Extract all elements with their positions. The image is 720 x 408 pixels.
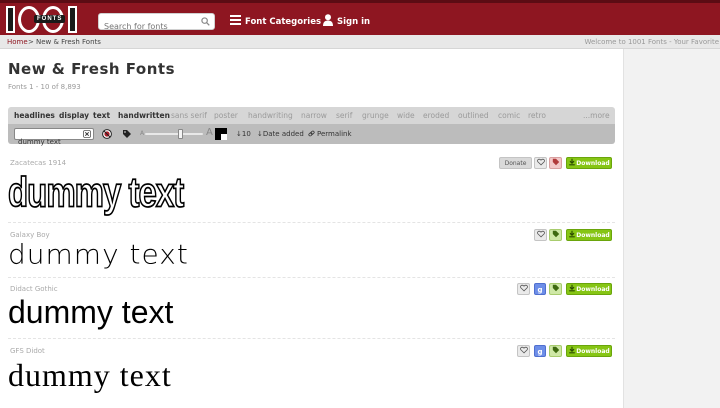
nav-font-categories-label: Font Categories — [245, 17, 322, 27]
sort-label: Date added — [262, 130, 304, 138]
preview-text-input[interactable] — [15, 137, 83, 147]
user-icon — [323, 14, 333, 26]
download-button[interactable]: Download — [566, 345, 612, 357]
filter-handwritten[interactable]: handwritten — [118, 107, 170, 124]
hide-icon[interactable] — [102, 129, 112, 139]
font-preview: dummy text — [8, 239, 189, 271]
favorite-button[interactable] — [517, 345, 530, 357]
font-entry: Didact Gothic g Download dummy text — [8, 283, 615, 339]
heart-icon — [519, 284, 528, 292]
menu-icon — [230, 15, 241, 25]
filter-sans-serif[interactable]: sans serif — [171, 107, 207, 124]
download-button[interactable]: Download — [566, 229, 612, 241]
download-label: Download — [576, 232, 610, 239]
per-page-selector[interactable]: ↓10 — [236, 124, 251, 144]
heart-icon — [519, 346, 528, 354]
favorite-button[interactable] — [517, 283, 530, 295]
font-size-slider[interactable] — [145, 129, 203, 139]
font-entry: Galaxy Boy Download dummy text — [8, 229, 615, 278]
filter-retro[interactable]: retro — [528, 107, 546, 124]
welcome-text: Welcome to 1001 Fonts - Your Favorite — [584, 38, 719, 46]
font-preview: dummy text — [8, 357, 172, 393]
download-label: Download — [576, 286, 610, 293]
search-icon[interactable] — [201, 17, 210, 26]
search-box — [98, 13, 215, 34]
tags-button[interactable] — [549, 283, 562, 295]
clear-icon[interactable] — [83, 130, 91, 138]
tag-icon[interactable] — [122, 129, 132, 139]
font-name-link[interactable]: Galaxy Boy — [10, 231, 50, 239]
logo-text: FONTS — [34, 15, 66, 23]
font-size-large-label: A — [206, 127, 213, 138]
tag-icon — [552, 158, 559, 166]
favorite-button[interactable] — [534, 157, 547, 169]
sort-selector[interactable]: ↓Date added — [257, 124, 304, 144]
download-label: Download — [576, 160, 610, 167]
per-page-value: 10 — [241, 130, 251, 138]
link-icon — [308, 130, 315, 137]
right-sidebar — [623, 49, 720, 408]
preview-text-box — [14, 128, 94, 147]
breadcrumb-home-link[interactable]: Home — [7, 35, 28, 49]
permalink-link[interactable]: Permalink — [308, 124, 352, 144]
heart-icon — [536, 230, 545, 238]
font-entry: GFS Didot g Download dummy text — [8, 345, 615, 408]
logo-digit-one — [68, 6, 77, 33]
tag-icon — [552, 284, 559, 292]
filter-wide[interactable]: wide — [397, 107, 415, 124]
slider-handle[interactable] — [178, 129, 183, 139]
filter-text[interactable]: text — [93, 107, 110, 124]
nav-font-categories[interactable]: Font Categories — [230, 14, 321, 30]
breadcrumb-current: New & Fresh Fonts — [36, 38, 101, 46]
download-button[interactable]: Download — [566, 157, 612, 169]
font-preview: dummy text — [7, 168, 185, 216]
heart-icon — [536, 158, 545, 166]
nav-sign-in[interactable]: Sign in — [323, 14, 370, 30]
filter-more[interactable]: ...more — [583, 107, 610, 124]
donate-button[interactable]: Donate — [499, 157, 532, 169]
download-label: Download — [576, 348, 610, 355]
page-title: New & Fresh Fonts — [8, 60, 176, 78]
permalink-label: Permalink — [317, 130, 352, 138]
filter-poster[interactable]: poster — [214, 107, 238, 124]
search-input[interactable] — [99, 19, 195, 34]
site-logo[interactable]: FONTS — [6, 6, 88, 35]
font-name-link[interactable]: Didact Gothic — [10, 285, 58, 293]
filter-headlines[interactable]: headlines — [14, 107, 55, 124]
nav-sign-in-label: Sign in — [337, 17, 371, 27]
tags-button[interactable] — [549, 345, 562, 357]
preview-toolbar: A A ↓10 ↓Date added Permalink — [8, 124, 615, 147]
tags-button[interactable] — [549, 157, 562, 169]
tag-icon — [552, 346, 559, 354]
filter-narrow[interactable]: narrow — [301, 107, 327, 124]
breadcrumb-separator: > — [28, 38, 34, 46]
google-font-badge[interactable]: g — [534, 283, 546, 295]
filter-outlined[interactable]: outlined — [458, 107, 489, 124]
font-name-link[interactable]: GFS Didot — [10, 347, 45, 355]
logo-digit-one — [6, 6, 15, 33]
download-button[interactable]: Download — [566, 283, 612, 295]
result-count: Fonts 1 - 10 of 8,893 — [8, 83, 81, 91]
tag-icon — [552, 230, 559, 238]
filter-comic[interactable]: comic — [498, 107, 520, 124]
google-font-badge[interactable]: g — [534, 345, 546, 357]
filter-display[interactable]: display — [59, 107, 89, 124]
site-header: FONTS Font Categories Sign in — [0, 0, 720, 35]
filter-bar: headlines display text handwritten sans … — [8, 107, 615, 124]
font-entry: Zacatecas 1914 Donate Download dummy tex… — [7, 157, 615, 223]
tags-button[interactable] — [549, 229, 562, 241]
filter-handwriting[interactable]: handwriting — [248, 107, 293, 124]
color-invert-icon[interactable] — [215, 128, 227, 140]
font-size-small-label: A — [140, 130, 145, 137]
breadcrumb: Home > New & Fresh Fonts Welcome to 1001… — [0, 35, 720, 49]
filter-grunge[interactable]: grunge — [362, 107, 389, 124]
favorite-button[interactable] — [534, 229, 547, 241]
font-name-link[interactable]: Zacatecas 1914 — [10, 159, 66, 167]
filter-serif[interactable]: serif — [336, 107, 352, 124]
filter-eroded[interactable]: eroded — [423, 107, 449, 124]
font-preview: dummy text — [8, 294, 174, 330]
